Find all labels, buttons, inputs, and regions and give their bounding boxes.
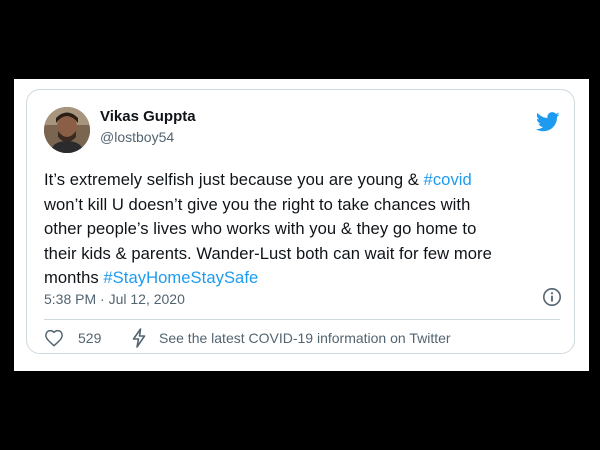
tweet-actions: 529 See the latest COVID-19 information … — [44, 326, 564, 350]
heart-icon — [45, 329, 63, 347]
tweet-line-1: It’s extremely selfish just because you … — [44, 168, 564, 193]
tweet-text-segment: months — [44, 268, 104, 287]
info-icon[interactable] — [542, 287, 562, 307]
tweet-text-segment: won’t kill U doesn’t give you the right … — [44, 194, 471, 214]
covid-info-text: See the latest COVID-19 information on T… — [159, 330, 451, 346]
tweet-text-segment: their kids & parents. Wander-Lust both c… — [44, 243, 492, 263]
twitter-bird-icon[interactable] — [535, 112, 560, 132]
like-button[interactable]: 529 — [44, 326, 101, 350]
tweet-text-segment: It’s extremely selfish just because you … — [44, 170, 424, 189]
tweet-line-4: their kids & parents. Wander-Lust both c… — [44, 242, 564, 267]
tweet-line-2: won’t kill U doesn’t give you the right … — [44, 193, 564, 218]
hashtag-covid[interactable]: #covid — [424, 170, 472, 189]
author-handle[interactable]: @lostboy54 — [100, 129, 174, 145]
tweet-text: It’s extremely selfish just because you … — [44, 168, 564, 291]
embed-panel: Vikas Guppta @lostboy54 It’s extremely s… — [14, 79, 589, 371]
lightning-icon — [132, 328, 146, 348]
hashtag-stayhomestaysafe[interactable]: #StayHomeStaySafe — [103, 268, 258, 287]
avatar[interactable] — [44, 107, 90, 153]
card-divider — [44, 319, 560, 320]
like-count: 529 — [78, 330, 102, 346]
tweet-text-segment: other people’s lives who works with you … — [44, 219, 477, 238]
tweet-line-5: months #StayHomeStaySafe — [44, 266, 564, 291]
screenshot-frame: Vikas Guppta @lostboy54 It’s extremely s… — [0, 0, 600, 450]
tweet-card: Vikas Guppta @lostboy54 It’s extremely s… — [26, 89, 575, 354]
avatar-image — [44, 107, 90, 153]
author-display-name[interactable]: Vikas Guppta — [100, 108, 196, 125]
tweet-timestamp[interactable]: 5:38 PM · Jul 12, 2020 — [44, 291, 185, 307]
tweet-line-3: other people’s lives who works with you … — [44, 217, 564, 242]
covid-info-link[interactable]: See the latest COVID-19 information on T… — [131, 326, 451, 350]
